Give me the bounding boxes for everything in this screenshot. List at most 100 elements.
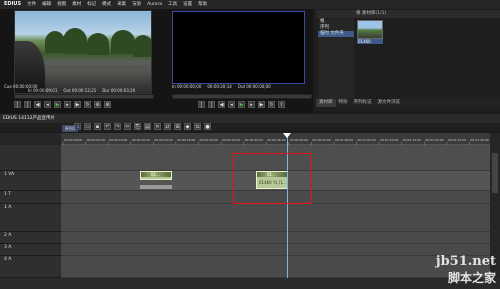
tab-markers[interactable]: 序列标记 bbox=[351, 99, 375, 107]
rec-loop-button[interactable]: ↻ bbox=[268, 101, 275, 108]
scrollbar-thumb[interactable] bbox=[492, 153, 498, 193]
menu-item-render[interactable]: 渲染 bbox=[129, 0, 144, 9]
menu-item-mode[interactable]: 模式 bbox=[99, 0, 114, 9]
track-label-4a: 4 A bbox=[4, 257, 12, 262]
ruler-tick-label: 00:00:25;00 bbox=[177, 138, 195, 142]
loop-button[interactable]: ↻ bbox=[84, 101, 91, 108]
rec-rewind-button[interactable]: ◀ bbox=[218, 101, 225, 108]
recorder-out: Out 00:00:00;00 bbox=[237, 84, 271, 89]
menu-bar: EDIUS 文件 编辑 视图 素材 标记 模式 采集 渲染 Aurora 工具 … bbox=[0, 0, 500, 9]
overwrite-button[interactable]: ⊗ bbox=[104, 101, 111, 108]
save-button[interactable]: ▪ bbox=[94, 123, 101, 130]
ruler-tick-label: 00:01:10;00 bbox=[380, 138, 398, 142]
undo-button[interactable]: ↶ bbox=[104, 123, 111, 130]
watermark-domain: jb51.net bbox=[435, 254, 496, 269]
menu-item-help[interactable]: 帮助 bbox=[195, 0, 210, 9]
project-title: EDIUS 14112产品宣传片 bbox=[3, 116, 56, 121]
bin-folder-tree: 根 序列 临时 文件夹 bbox=[318, 19, 354, 99]
ripple-button[interactable]: ⇄ bbox=[164, 123, 171, 130]
sequence-tab[interactable]: 序列1 bbox=[62, 125, 78, 132]
set-out-button[interactable]: ] bbox=[24, 101, 31, 108]
step-forward-button[interactable]: ▸ bbox=[64, 101, 71, 108]
menu-item-edit[interactable]: 编辑 bbox=[39, 0, 54, 9]
delete-button[interactable]: ✕ bbox=[154, 123, 161, 130]
recorder-transport: [ ] ◀ ◂ ▶ ▸ ▶ ↻ ⇪ bbox=[198, 101, 285, 108]
paste-button[interactable]: ▤ bbox=[144, 123, 151, 130]
menu-item-settings[interactable]: 设置 bbox=[180, 0, 195, 9]
menu-item-capture[interactable]: 采集 bbox=[114, 0, 129, 9]
redo-button[interactable]: ↷ bbox=[114, 123, 121, 130]
player-transport: [ ] ◀ ◂ ▶ ▸ ▶ ↻ ⊕ ⊗ bbox=[14, 101, 111, 108]
fast-forward-button[interactable]: ▶ bbox=[74, 101, 81, 108]
ruler-tick-label: 00:00:30;00 bbox=[199, 138, 217, 142]
menu-item-clip[interactable]: 素材 bbox=[69, 0, 84, 9]
tab-effects[interactable]: 特效 bbox=[336, 99, 351, 107]
bin-tabs: 素材库 特效 序列标记 源文件浏览 bbox=[316, 99, 500, 107]
copy-button[interactable]: ⎘ bbox=[134, 123, 141, 130]
menu-item-aurora[interactable]: Aurora bbox=[144, 0, 165, 9]
rec-fast-forward-button[interactable]: ▶ bbox=[258, 101, 265, 108]
folder-temp[interactable]: 临时 文件夹 bbox=[318, 31, 354, 37]
clip-label: 01... bbox=[151, 172, 160, 177]
set-in-button[interactable]: [ bbox=[14, 101, 21, 108]
ruler-tick-label: 00:01:25;00 bbox=[448, 138, 466, 142]
menu-item-tools[interactable]: 工具 bbox=[165, 0, 180, 9]
ruler-tick-label: 00:01:00;00 bbox=[335, 138, 353, 142]
track-header-1a: 1 A bbox=[0, 204, 61, 232]
menu-item-marker[interactable]: 标记 bbox=[84, 0, 99, 9]
recorder-current: 00:00:20;14 bbox=[207, 84, 232, 89]
ruler-tick-label: 00:00:20;00 bbox=[154, 138, 172, 142]
rec-set-in-button[interactable]: [ bbox=[198, 101, 205, 108]
timeline-ruler[interactable]: 00:00:00;00 00:00:05;00 00:00:10;00 00:00:1… bbox=[61, 133, 490, 148]
rec-set-out-button[interactable]: ] bbox=[208, 101, 215, 108]
ruler-tick-label: 00:00:10;00 bbox=[109, 138, 127, 142]
tab-bin[interactable]: 素材库 bbox=[316, 99, 336, 107]
track-4a bbox=[61, 256, 490, 278]
tab-source-browser[interactable]: 源文件浏览 bbox=[375, 99, 404, 107]
open-button[interactable]: ▭ bbox=[84, 123, 91, 130]
track-label-1va: 1 VA bbox=[4, 172, 15, 177]
bin-clip-label: 01460 bbox=[357, 39, 383, 44]
tree-shape bbox=[87, 33, 109, 55]
track-2a bbox=[61, 232, 490, 244]
highlight-box bbox=[233, 153, 312, 204]
bin-path: 根 素材库(1/1) bbox=[356, 11, 387, 16]
rec-step-back-button[interactable]: ◂ bbox=[228, 101, 235, 108]
menu-item-file[interactable]: 文件 bbox=[24, 0, 39, 9]
recorder-scrub-bar[interactable] bbox=[172, 94, 312, 99]
track-header-2a: 2 A bbox=[0, 232, 61, 244]
ruler-tick-label: 00:00:05;00 bbox=[87, 138, 105, 142]
bin-clip-thumbnail[interactable] bbox=[357, 20, 383, 39]
snap-button[interactable]: ⊞ bbox=[174, 123, 181, 130]
rec-export-button[interactable]: ⇪ bbox=[278, 101, 285, 108]
clip-thumbnail-strip: 01... bbox=[141, 172, 171, 177]
render-button[interactable]: ● bbox=[204, 123, 211, 130]
track-header-vb bbox=[0, 145, 61, 171]
marker-button[interactable]: ◆ bbox=[184, 123, 191, 130]
recorder-video bbox=[172, 11, 305, 84]
app-logo: EDIUS bbox=[4, 1, 22, 7]
rec-step-forward-button[interactable]: ▸ bbox=[248, 101, 255, 108]
status-bar bbox=[0, 278, 500, 289]
timeline-clip[interactable]: 01... bbox=[140, 171, 172, 180]
track-label-1a: 1 A bbox=[4, 205, 12, 210]
sync-button[interactable]: ⇆ bbox=[194, 123, 201, 130]
play-button[interactable]: ▶ bbox=[54, 101, 61, 108]
clip-audio-link bbox=[140, 185, 172, 189]
tree-shape bbox=[111, 30, 135, 54]
ruler-tick-label: 00:01:20;00 bbox=[425, 138, 443, 142]
player-scrub-bar[interactable] bbox=[14, 94, 154, 99]
ruler-tick-label: 00:00:40;00 bbox=[245, 138, 263, 142]
insert-button[interactable]: ⊕ bbox=[94, 101, 101, 108]
playhead-marker-icon[interactable] bbox=[283, 133, 291, 138]
ruler-tick-label: 00:00:00;00 bbox=[64, 138, 82, 142]
tree-shape bbox=[133, 35, 151, 57]
track-header-1t: 1 T bbox=[0, 191, 61, 204]
tree-shape bbox=[63, 28, 87, 54]
rewind-button[interactable]: ◀ bbox=[34, 101, 41, 108]
cut-button[interactable]: ✂ bbox=[124, 123, 131, 130]
step-back-button[interactable]: ◂ bbox=[44, 101, 51, 108]
menu-item-view[interactable]: 视图 bbox=[54, 0, 69, 9]
ruler-tick-label: 00:00:15;00 bbox=[132, 138, 150, 142]
rec-play-button[interactable]: ▶ bbox=[238, 101, 245, 108]
